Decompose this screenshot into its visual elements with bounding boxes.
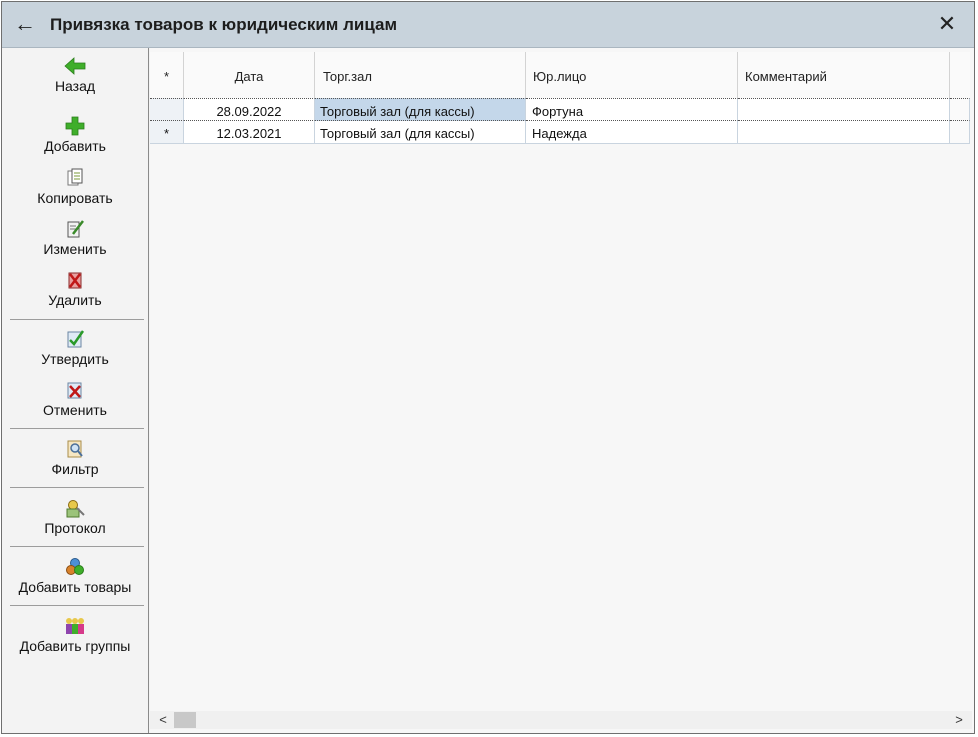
approve-button[interactable]: Утвердить: [5, 329, 145, 367]
filter-label: Фильтр: [51, 461, 99, 477]
add-goods-label: Добавить товары: [18, 579, 132, 595]
date-cell[interactable]: 28.09.2022: [184, 98, 315, 121]
back-label: Назад: [54, 78, 96, 94]
hall-cell[interactable]: Торговый зал (для кассы): [315, 121, 526, 144]
filter-magnifier-icon: [67, 440, 83, 458]
window-title: Привязка товаров к юридическим лицам: [50, 15, 398, 34]
green-plus-icon: [65, 116, 85, 136]
dialog-window: ← Привязка товаров к юридическим лицам ✕…: [1, 1, 975, 734]
log-button[interactable]: Протокол: [5, 498, 145, 536]
delete-button[interactable]: Удалить: [5, 270, 145, 308]
cancel-label: Отменить: [43, 402, 107, 418]
close-icon[interactable]: ✕: [934, 11, 960, 37]
filter-button[interactable]: Фильтр: [5, 439, 145, 477]
comment-cell[interactable]: [738, 98, 950, 121]
add-button[interactable]: Добавить: [5, 116, 145, 154]
delete-icon: [68, 272, 82, 289]
copy-label: Копировать: [37, 190, 113, 206]
col-entity-header[interactable]: Юр.лицо: [526, 52, 738, 99]
col-marker-header[interactable]: *: [150, 52, 184, 99]
edit-button[interactable]: Изменить: [5, 219, 145, 257]
scroll-right-icon[interactable]: >: [950, 711, 968, 729]
green-arrow-left-icon: [64, 57, 86, 75]
col-date-header[interactable]: Дата: [184, 52, 315, 99]
comment-cell[interactable]: [738, 121, 950, 144]
scroll-thumb[interactable]: [174, 712, 196, 728]
table-row[interactable]: * 12.03.2021 Торговый зал (для кассы) На…: [150, 121, 970, 144]
horizontal-scrollbar[interactable]: < >: [150, 711, 972, 729]
scroll-left-icon[interactable]: <: [154, 711, 172, 729]
edit-document-icon: [67, 220, 84, 238]
row-marker: *: [150, 121, 184, 144]
row-marker: [150, 98, 184, 121]
cancel-cross-icon: [67, 382, 82, 399]
toolbar-divider: [10, 428, 144, 429]
log-key-icon: [66, 500, 85, 518]
add-groups-button[interactable]: Добавить группы: [5, 616, 145, 654]
add-goods-button[interactable]: Добавить товары: [5, 557, 145, 595]
toolbar-divider: [10, 487, 144, 488]
back-button[interactable]: Назад: [5, 56, 145, 94]
groups-people-icon: [66, 618, 84, 634]
entity-cell[interactable]: Фортуна: [526, 98, 738, 121]
approve-label: Утвердить: [41, 351, 109, 367]
approve-check-icon: [67, 330, 85, 348]
row-filler: [950, 98, 970, 121]
edit-label: Изменить: [43, 241, 107, 257]
toolbar-divider: [10, 546, 144, 547]
col-comment-header[interactable]: Комментарий: [738, 52, 950, 99]
table-row[interactable]: 28.09.2022 Торговый зал (для кассы) Форт…: [150, 98, 970, 121]
hall-cell[interactable]: Торговый зал (для кассы): [315, 98, 526, 121]
title-bar: ← Привязка товаров к юридическим лицам ✕: [2, 2, 974, 48]
add-groups-label: Добавить группы: [19, 638, 131, 654]
data-grid: * Дата Торг.зал Юр.лицо Комментарий 28.0…: [150, 48, 974, 733]
cancel-button[interactable]: Отменить: [5, 380, 145, 418]
date-cell[interactable]: 12.03.2021: [184, 121, 315, 144]
log-label: Протокол: [44, 520, 106, 536]
toolbar-divider: [10, 319, 144, 320]
copy-button[interactable]: Копировать: [5, 168, 145, 206]
grid-header: * Дата Торг.зал Юр.лицо Комментарий: [150, 52, 970, 100]
goods-boxes-icon: [66, 558, 84, 575]
copy-document-icon: [67, 168, 83, 186]
side-toolbar: Назад Добавить Копировать Изменить Удали…: [2, 48, 149, 733]
col-hall-header[interactable]: Торг.зал: [315, 52, 526, 99]
toolbar-divider: [10, 605, 144, 606]
delete-label: Удалить: [48, 292, 102, 308]
add-label: Добавить: [44, 138, 106, 154]
row-filler: [950, 121, 970, 144]
entity-cell[interactable]: Надежда: [526, 121, 738, 144]
back-arrow-icon[interactable]: ←: [12, 11, 38, 37]
